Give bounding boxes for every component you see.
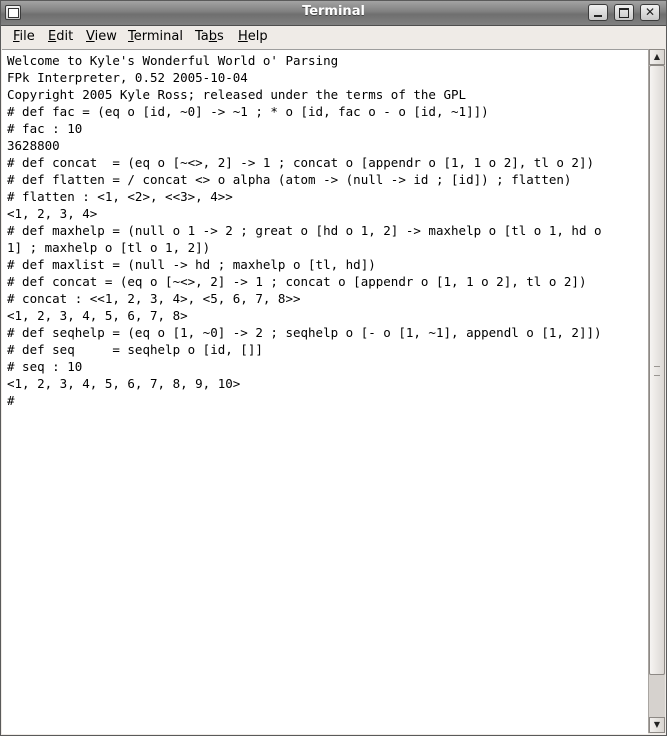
terminal-line: # def concat = (eq o [~<>, 2] -> 1 ; con… — [7, 155, 594, 170]
terminal-line: # fac : 10 — [7, 121, 83, 136]
title-bar[interactable]: Terminal ✕ — [1, 1, 666, 26]
terminal-line: <1, 2, 3, 4> — [7, 206, 98, 221]
terminal-line: # def concat = (eq o [~<>, 2] -> 1 ; con… — [7, 274, 587, 289]
scroll-thumb[interactable] — [649, 65, 665, 675]
terminal-line: Copyright 2005 Kyle Ross; released under… — [7, 87, 467, 102]
terminal-window: Terminal ✕ File Edit View Terminal Tabs … — [0, 0, 667, 736]
menu-bar: File Edit View Terminal Tabs Help — [1, 26, 666, 48]
menu-help[interactable]: Help — [236, 29, 270, 44]
terminal-output[interactable]: Welcome to Kyle's Wonderful World o' Par… — [2, 49, 648, 734]
terminal-line: # def flatten = / concat <> o alpha (ato… — [7, 172, 572, 187]
close-button[interactable]: ✕ — [640, 4, 660, 21]
close-icon: ✕ — [644, 5, 656, 19]
menu-edit[interactable]: Edit — [46, 29, 75, 44]
terminal-line: 3628800 — [7, 138, 60, 153]
terminal-line: # def seqhelp = (eq o [1, ~0] -> 2 ; seq… — [7, 325, 602, 340]
terminal-line: # seq : 10 — [7, 359, 83, 374]
menu-view[interactable]: View — [84, 29, 119, 44]
menu-terminal[interactable]: Terminal — [126, 29, 185, 44]
terminal-line: # def seq = seqhelp o [id, []] — [7, 342, 263, 357]
terminal-line: <1, 2, 3, 4, 5, 6, 7, 8, 9, 10> — [7, 376, 241, 391]
vertical-scrollbar[interactable]: ▲ ▼ — [648, 49, 665, 733]
terminal-line: # def fac = (eq o [id, ~0] -> ~1 ; * o [… — [7, 104, 489, 119]
scroll-down-icon[interactable]: ▼ — [649, 717, 665, 733]
terminal-line: # def maxlist = (null -> hd ; maxhelp o … — [7, 257, 376, 272]
terminal-line: # def maxhelp = (null o 1 -> 2 ; great o… — [7, 223, 602, 238]
terminal-line: # flatten : <1, <2>, <<3>, 4>> — [7, 189, 233, 204]
terminal-line: Welcome to Kyle's Wonderful World o' Par… — [7, 53, 339, 68]
minimize-button[interactable] — [588, 4, 608, 21]
menu-file[interactable]: File — [11, 29, 37, 44]
window-title: Terminal — [302, 4, 365, 19]
terminal-line: <1, 2, 3, 4, 5, 6, 7, 8> — [7, 308, 188, 323]
terminal-line: # concat : <<1, 2, 3, 4>, <5, 6, 7, 8>> — [7, 291, 301, 306]
scroll-up-icon[interactable]: ▲ — [649, 49, 665, 65]
maximize-button[interactable] — [614, 4, 634, 21]
terminal-text: Welcome to Kyle's Wonderful World o' Par… — [7, 52, 647, 409]
terminal-line: FPk Interpreter, 0.52 2005-10-04 — [7, 70, 248, 85]
menu-tabs[interactable]: Tabs — [193, 29, 226, 44]
terminal-line: 1] ; maxhelp o [tl o 1, 2]) — [7, 240, 211, 255]
terminal-line: # — [7, 393, 15, 408]
